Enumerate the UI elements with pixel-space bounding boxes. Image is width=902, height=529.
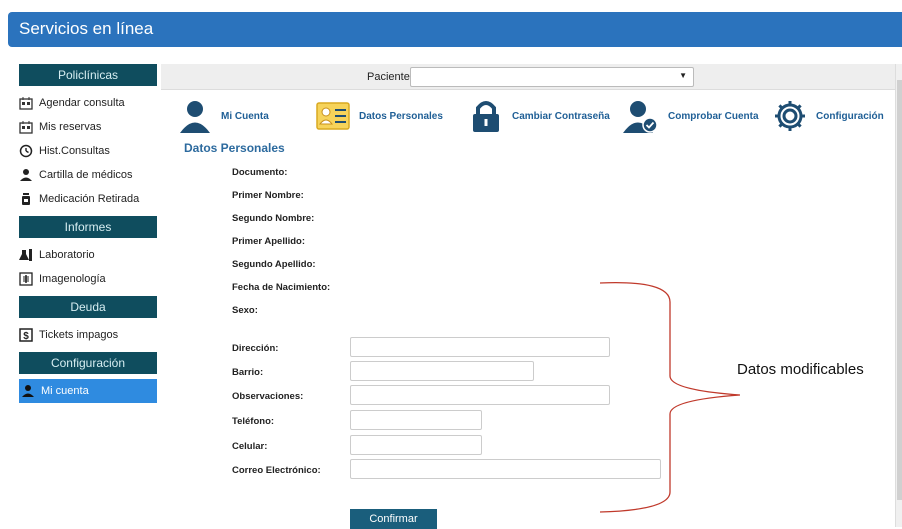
label-correo: Correo Electrónico: [232,465,321,476]
annotation-bracket [599,282,740,513]
app-title: Servicios en línea [19,19,154,38]
sidebar-item-label: Mi cuenta [41,385,89,397]
sidebar-item-label: Hist.Consultas [39,145,110,157]
sidebar-section-deuda: Deuda [19,296,157,318]
direccion-input[interactable] [350,337,610,357]
label-segundo-apellido: Segundo Apellido: [232,259,316,270]
sidebar-item-mi-cuenta[interactable]: Mi cuenta [19,379,157,403]
sidebar-item-label: Cartilla de médicos [39,169,133,181]
label-primer-nombre: Primer Nombre: [232,190,304,201]
doctor-icon [19,168,33,182]
sidebar-item-agendar-consulta[interactable]: Agendar consulta [19,91,157,115]
nav-label: Configuración [816,110,884,122]
confirm-button[interactable]: Confirmar [350,509,437,529]
lab-flask-icon [19,248,33,262]
celular-input[interactable] [350,435,482,455]
xray-icon [19,272,33,286]
observaciones-input[interactable] [350,385,610,405]
sidebar-item-medicacion-retirada[interactable]: Medicación Retirada [19,187,157,211]
nav-cambiar-contrasena[interactable]: Cambiar Contraseña [468,96,610,136]
sidebar: Policlínicas Agendar consulta Mis reserv… [19,64,157,403]
calendar-icon [19,120,33,134]
sidebar-item-cartilla-medicos[interactable]: Cartilla de médicos [19,163,157,187]
nav-label: Mi Cuenta [221,110,269,122]
gear-icon [775,101,805,131]
barrio-input[interactable] [350,361,534,381]
sidebar-item-label: Mis reservas [39,121,102,133]
nav-label: Datos Personales [359,110,443,122]
nav-comprobar-cuenta[interactable]: Comprobar Cuenta [622,96,759,136]
page-title: Datos Personales [184,141,285,155]
user-check-icon [623,101,658,133]
label-telefono: Teléfono: [232,416,275,427]
label-segundo-nombre: Segundo Nombre: [232,213,315,224]
nav-label: Cambiar Contraseña [512,110,610,122]
sidebar-item-laboratorio[interactable]: Laboratorio [19,243,157,267]
user-icon [180,101,210,133]
lock-icon [473,101,499,132]
paciente-select[interactable]: ▼ [410,67,694,87]
sidebar-section-configuracion: Configuración [19,352,157,374]
medicine-bottle-icon [19,192,33,206]
label-sexo: Sexo: [232,305,258,316]
telefono-input[interactable] [350,410,482,430]
sidebar-item-label: Imagenología [39,273,106,285]
history-icon [19,144,33,158]
sidebar-item-mis-reservas[interactable]: Mis reservas [19,115,157,139]
label-observaciones: Observaciones: [232,391,304,402]
patient-bar: Paciente ▼ [161,64,897,90]
sidebar-item-label: Tickets impagos [39,329,119,341]
id-card-icon [316,102,350,130]
label-celular: Celular: [232,441,268,452]
calendar-icon [19,96,33,110]
sidebar-item-hist-consultas[interactable]: Hist.Consultas [19,139,157,163]
chevron-down-icon: ▼ [679,71,687,80]
app-header: Servicios en línea [8,12,902,47]
sidebar-item-label: Medicación Retirada [39,193,140,205]
main-content: Paciente ▼ Mi Cuenta Datos Personales Ca… [161,64,897,529]
label-direccion: Dirección: [232,343,279,354]
sidebar-item-tickets-impagos[interactable]: $ Tickets impagos [19,323,157,347]
paciente-label: Paciente [367,71,410,83]
nav-mi-cuenta[interactable]: Mi Cuenta [177,96,269,136]
nav-datos-personales[interactable]: Datos Personales [315,96,443,136]
scrollbar-thumb[interactable] [897,80,902,500]
svg-text:$: $ [23,331,29,342]
nav-label: Comprobar Cuenta [668,110,759,122]
label-fecha-nacimiento: Fecha de Nacimiento: [232,282,331,293]
nav-configuracion[interactable]: Configuración [772,96,884,136]
label-documento: Documento: [232,167,288,178]
sidebar-item-label: Agendar consulta [39,97,125,109]
annotation-label: Datos modificables [737,361,864,378]
sidebar-section-informes: Informes [19,216,157,238]
user-icon [21,384,35,398]
label-primer-apellido: Primer Apellido: [232,236,306,247]
label-barrio: Barrio: [232,367,264,378]
dollar-ticket-icon: $ [19,328,33,342]
sidebar-item-imagenologia[interactable]: Imagenología [19,267,157,291]
sidebar-item-label: Laboratorio [39,249,95,261]
page-scrollbar[interactable] [895,64,902,527]
sidebar-section-policlinicas: Policlínicas [19,64,157,86]
